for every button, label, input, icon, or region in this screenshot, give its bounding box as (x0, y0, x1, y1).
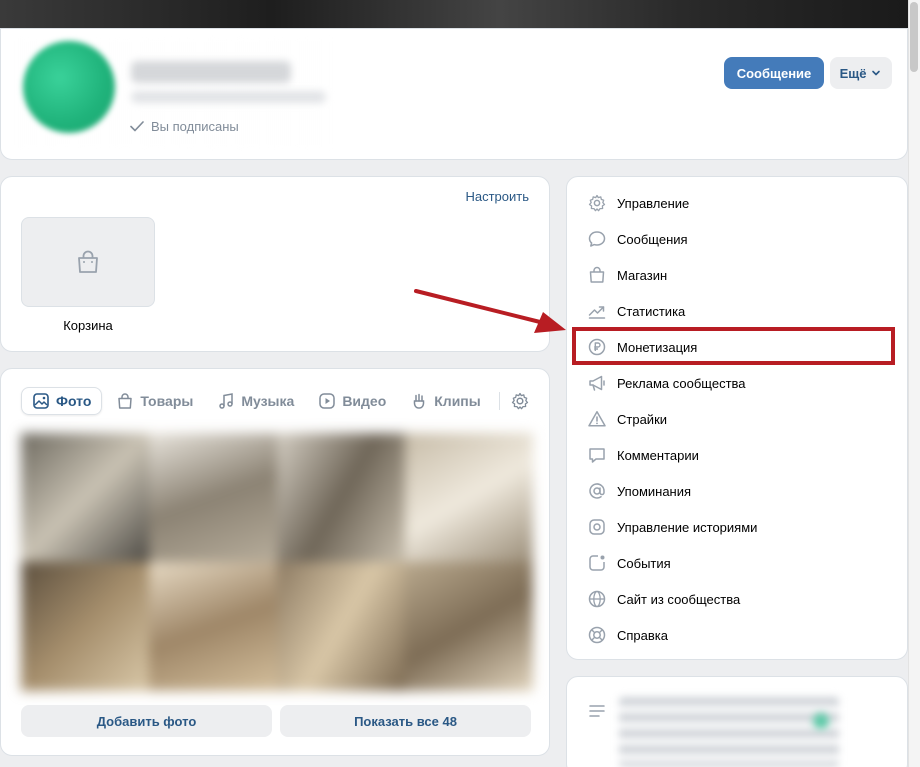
play-icon (319, 393, 336, 409)
page-scrollbar[interactable] (908, 0, 920, 767)
menu-item-label: Управление историями (617, 519, 758, 535)
tab-clips-label: Клипы (434, 393, 481, 409)
subscription-status[interactable]: Вы подписаны (129, 118, 239, 134)
photo-thumbnail[interactable] (277, 562, 405, 691)
scrollbar-thumb[interactable] (910, 2, 918, 72)
bag-icon (78, 250, 98, 273)
more-button[interactable]: Ещё (830, 57, 892, 89)
at-sign-icon (589, 483, 605, 499)
tab-video[interactable]: Видео (308, 387, 396, 415)
more-button-label: Ещё (839, 65, 867, 81)
menu-item-label: Справка (617, 627, 668, 643)
comment-icon (589, 448, 605, 463)
community-name-blurred (131, 61, 291, 83)
tab-photo-label: Фото (56, 393, 92, 409)
tab-clips[interactable]: Клипы (400, 387, 490, 415)
menu-item-label: Монетизация (617, 339, 698, 355)
menu-item-label: Статистика (617, 303, 686, 319)
menu-item-stories-management[interactable]: Управление историями (587, 509, 757, 545)
menu-item-mentions[interactable]: Упоминания (587, 473, 757, 509)
show-all-photos-button[interactable]: Показать все 48 (280, 705, 531, 737)
menu-item-events[interactable]: События (587, 545, 757, 581)
megaphone-icon (589, 375, 605, 391)
photo-thumbnail[interactable] (149, 562, 277, 691)
add-photo-button[interactable]: Добавить фото (21, 705, 272, 737)
menu-item-label: Сайт из сообщества (617, 591, 741, 607)
management-menu-list: Управление Сообщения Магазин Статистика … (587, 185, 757, 653)
tab-music-label: Музыка (241, 393, 295, 409)
community-meta-blurred (131, 91, 326, 103)
menu-item-strikes[interactable]: Страйки (587, 401, 757, 437)
bag-icon (118, 393, 133, 409)
menu-item-community-ads[interactable]: Реклама сообщества (587, 365, 757, 401)
info-blurred-emoji (813, 713, 829, 729)
tab-music[interactable]: Музыка (207, 387, 304, 415)
menu-item-help[interactable]: Справка (587, 617, 757, 653)
menu-item-label: Управление (617, 195, 690, 211)
message-button[interactable]: Сообщение (724, 57, 824, 89)
photo-thumbnail[interactable] (21, 433, 149, 562)
chevron-down-icon (872, 70, 881, 76)
photo-thumbnail[interactable] (149, 433, 277, 562)
menu-item-label: Магазин (617, 267, 668, 283)
community-header: Вы подписаны Сообщение Ещё (0, 28, 908, 160)
warning-triangle-icon (588, 411, 606, 427)
image-icon (33, 393, 49, 409)
menu-item-management[interactable]: Управление (587, 185, 757, 221)
tab-video-label: Видео (342, 393, 387, 409)
tab-photo[interactable]: Фото (21, 387, 103, 415)
menu-item-shop[interactable]: Магазин (587, 257, 757, 293)
info-card (566, 676, 908, 767)
configure-link[interactable]: Настроить (465, 189, 529, 204)
photo-thumbnail[interactable] (405, 433, 533, 562)
photo-thumbnail[interactable] (277, 433, 405, 562)
event-icon (589, 555, 605, 571)
menu-item-statistics[interactable]: Статистика (587, 293, 757, 329)
text-lines-icon (589, 705, 605, 717)
music-note-icon (219, 393, 234, 409)
tab-goods[interactable]: Товары (106, 387, 203, 415)
stories-icon (589, 519, 605, 535)
menu-item-community-site[interactable]: Сайт из сообщества (587, 581, 757, 617)
globe-icon (588, 590, 606, 608)
ruble-coin-icon (588, 338, 606, 356)
menu-item-label: События (617, 555, 671, 571)
gear-icon (588, 194, 606, 212)
photo-thumbnail[interactable] (405, 562, 533, 691)
menu-item-label: Сообщения (617, 231, 688, 247)
tab-goods-label: Товары (140, 393, 194, 409)
trend-chart-icon (588, 306, 606, 319)
cart-tile[interactable] (21, 217, 155, 307)
menu-item-monetization[interactable]: Монетизация (587, 329, 757, 365)
menu-item-label: Страйки (617, 411, 668, 427)
menu-item-comments[interactable]: Комментарии (587, 437, 757, 473)
photo-grid (21, 433, 533, 691)
shop-widget: Настроить Корзина (0, 176, 550, 352)
help-lifebuoy-icon (588, 626, 606, 644)
community-management-menu: Управление Сообщения Магазин Статистика … (566, 176, 908, 660)
photo-thumbnail[interactable] (21, 562, 149, 691)
clips-icon (413, 393, 425, 409)
cart-label: Корзина (63, 318, 113, 333)
tabs-divider (498, 392, 500, 410)
checkmark-icon (130, 121, 144, 132)
gear-icon[interactable] (510, 391, 530, 411)
chat-bubble-icon (588, 231, 606, 247)
menu-item-messages[interactable]: Сообщения (587, 221, 757, 257)
media-tabs: Фото Товары Музыка Видео Клипы (21, 387, 530, 415)
subscription-label: Вы подписаны (151, 118, 239, 134)
info-text-blurred (619, 697, 839, 767)
menu-item-label: Реклама сообщества (617, 375, 746, 391)
menu-item-label: Комментарии (617, 447, 699, 463)
bag-icon (589, 266, 605, 283)
menu-item-label: Упоминания (617, 483, 692, 499)
community-avatar[interactable] (23, 41, 115, 133)
media-block: Фото Товары Музыка Видео Клипы Добавить … (0, 368, 550, 756)
